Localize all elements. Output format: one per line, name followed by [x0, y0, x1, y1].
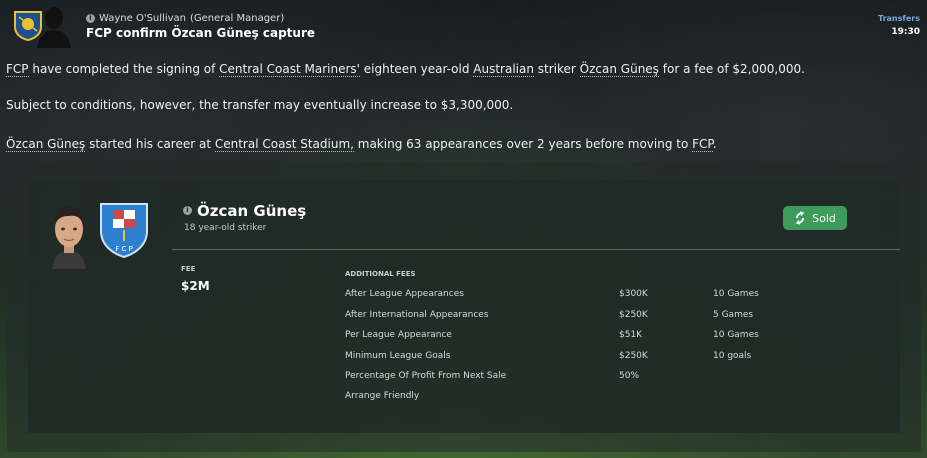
fee-amount: $250K [619, 351, 648, 361]
paragraph-career: Özcan Güneş started his career at Centra… [6, 137, 717, 152]
fee-condition: Minimum League Goals [345, 351, 451, 361]
fee-label: FEE [181, 265, 196, 273]
club-link[interactable]: FCP [6, 62, 29, 77]
paragraph-conditions: Subject to conditions, however, the tran… [6, 98, 514, 112]
card-divider [172, 249, 900, 250]
message-header: i Wayne O'Sullivan (General Manager) FCP… [0, 0, 927, 50]
club-link[interactable]: FCP [692, 137, 713, 152]
player-description: 18 year-old striker [184, 223, 267, 233]
fee-amount: $300K [619, 289, 648, 299]
sender-avatar [37, 7, 71, 48]
fee-amount: $250K [619, 310, 648, 320]
fee-condition: After International Appearances [345, 310, 489, 320]
seller-club-link[interactable]: Central Coast Mariners' [219, 62, 360, 77]
fee-condition: Percentage Of Profit From Next Sale [345, 371, 507, 381]
message-time: 19:30 [891, 27, 920, 37]
info-icon[interactable]: i [183, 206, 192, 215]
additional-fee-row: Percentage Of Profit From Next Sale 50% [345, 371, 845, 385]
sold-label: Sold [812, 211, 836, 225]
player-link[interactable]: Özcan Güneş [6, 137, 86, 152]
message-subject: FCP confirm Özcan Güneş capture [86, 26, 316, 40]
additional-fee-row: Per League Appearance $51K 10 Games [345, 330, 845, 344]
svg-text:F C P: F C P [115, 245, 133, 253]
fee-value: $2M [181, 279, 210, 293]
fee-requirement: 5 Games [713, 310, 754, 320]
nationality-link[interactable]: Australian [473, 62, 534, 77]
club-crest-icon[interactable]: F C P [98, 201, 150, 259]
player-face-image[interactable] [48, 203, 90, 271]
fee-condition: Per League Appearance [345, 330, 452, 340]
additional-fees-label: ADDITIONAL FEES [345, 270, 416, 278]
player-name[interactable]: Özcan Güneş [197, 202, 306, 220]
info-icon[interactable]: i [86, 14, 95, 23]
fee-requirement: 10 Games [713, 289, 759, 299]
additional-fee-row: After International Appearances $250K 5 … [345, 310, 845, 324]
sender-line[interactable]: i Wayne O'Sullivan (General Manager) [86, 13, 284, 24]
transfer-sold-icon [795, 211, 805, 225]
additional-fee-row: Arrange Friendly [345, 391, 845, 405]
additional-fee-row: After League Appearances $300K 10 Games [345, 289, 845, 303]
fee-requirement: 10 goals [713, 351, 752, 361]
paragraph-signing: FCP have completed the signing of Centra… [6, 62, 805, 77]
stadium-link[interactable]: Central Coast Stadium, [214, 137, 354, 152]
additional-fee-row: Minimum League Goals $250K 10 goals [345, 351, 845, 365]
sender-role: (General Manager) [190, 13, 285, 24]
message-category-link[interactable]: Transfers [878, 14, 920, 23]
sender-name[interactable]: Wayne O'Sullivan [99, 13, 186, 24]
fee-amount: $51K [619, 330, 643, 340]
fee-condition: After League Appearances [345, 289, 464, 299]
sold-status-button[interactable]: Sold [783, 206, 847, 230]
fee-amount: 50% [619, 371, 640, 381]
fee-condition: Arrange Friendly [345, 391, 420, 401]
fee-requirement: 10 Games [713, 330, 759, 340]
player-link[interactable]: Özcan Güneş [579, 62, 659, 77]
